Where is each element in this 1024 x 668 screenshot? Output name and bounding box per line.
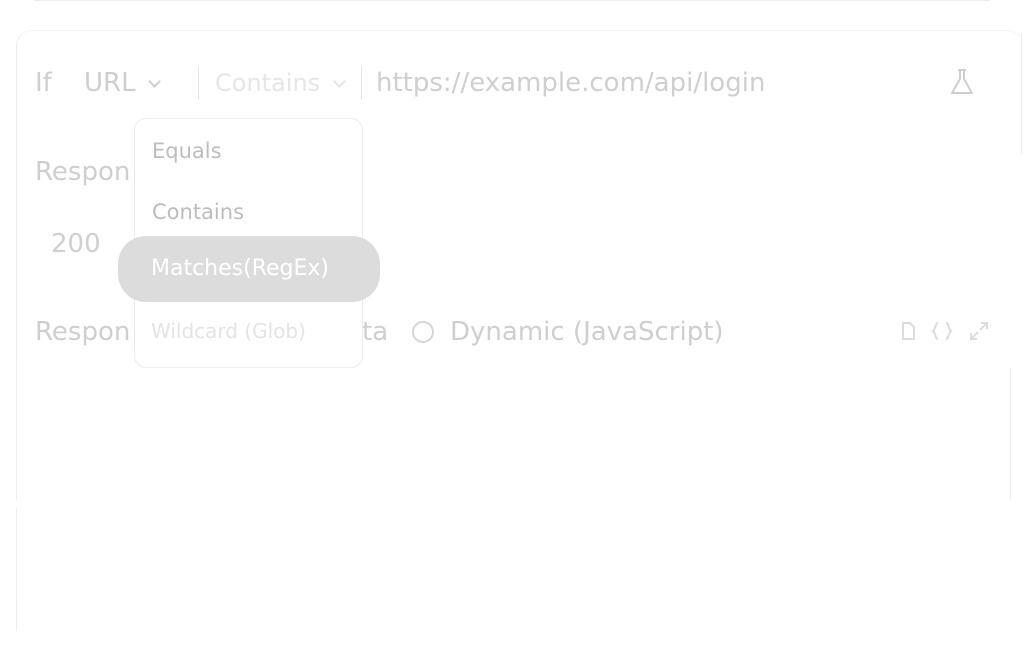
response-data-label-tail: ta [362,317,389,347]
field-select[interactable]: URL [84,68,161,98]
condition-row: If URL Contains https://example.com/api/… [0,56,1024,108]
chevron-down-icon [333,75,346,88]
menu-item-equals[interactable]: Equals [152,139,222,163]
panel-top-border [34,0,990,1]
field-select-label: URL [84,68,136,98]
expand-icon[interactable] [968,320,990,342]
editor-divider [16,500,1012,508]
response-data-editor[interactable] [16,360,1013,600]
editor-right-border [1010,368,1011,500]
if-label: If [35,68,52,98]
braces-icon[interactable] [931,320,953,342]
menu-item-wildcard[interactable]: Wildcard (Glob) [151,319,306,343]
copy-icon[interactable] [897,320,919,342]
operator-select[interactable]: Contains [198,66,362,100]
menu-item-contains[interactable]: Contains [152,200,244,224]
menu-item-matches-regex[interactable]: Matches(RegEx) [151,256,329,281]
dynamic-radio-label: Dynamic (JavaScript) [450,317,724,347]
operator-select-label: Contains [215,69,321,97]
url-value-input[interactable]: https://example.com/api/login [376,68,765,98]
flask-icon[interactable] [946,66,978,98]
dynamic-radio[interactable] [412,321,434,343]
status-code-input[interactable]: 200 [51,229,101,259]
response-data-label: Respon [35,317,131,347]
response-status-label: Respon [35,157,131,187]
chevron-down-icon [147,75,161,88]
